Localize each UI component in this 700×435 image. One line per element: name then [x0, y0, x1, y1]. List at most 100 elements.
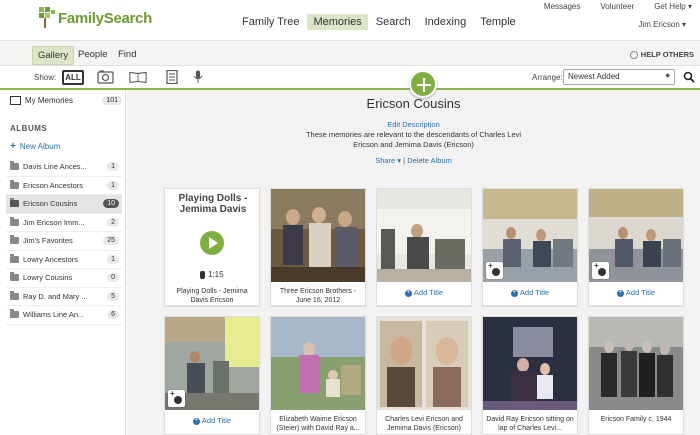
- photo-three-brothers: [271, 189, 365, 282]
- tag-person-icon[interactable]: [486, 261, 503, 279]
- album-description: These memories are relevant to the desce…: [305, 130, 522, 149]
- album-content: Ericson Cousins Edit Description These m…: [127, 90, 700, 435]
- tree-logo-icon: [39, 7, 55, 28]
- folder-icon: [10, 253, 19, 263]
- album-label: Jim's Favorites: [23, 236, 73, 246]
- share-menu[interactable]: Share ▾: [375, 156, 401, 165]
- my-memories-label: My Memories: [25, 96, 74, 105]
- album-label: Ericson Cousins: [23, 199, 78, 209]
- nav-indexing[interactable]: Indexing: [419, 14, 473, 30]
- nav-family-tree[interactable]: Family Tree: [236, 14, 305, 30]
- my-memories-item[interactable]: My Memories 101: [10, 96, 122, 105]
- folder-icon: [10, 216, 19, 226]
- microphone-icon: [200, 270, 205, 279]
- photo-filter-icon[interactable]: [97, 70, 115, 84]
- folder-icon: [10, 272, 19, 282]
- memory-card-photo[interactable]: Charles Levi Ericson and Jemima Davis (E…: [376, 316, 472, 435]
- album-item-active[interactable]: Ericson Cousins 10: [6, 195, 122, 214]
- album-item[interactable]: Williams Line An... 6: [6, 306, 122, 325]
- folder-icon: [10, 161, 19, 171]
- album-list: Davis Line Ances... 1 Ericson Ancestors 1 …: [6, 158, 122, 325]
- delete-album-link[interactable]: Delete Album: [407, 156, 452, 165]
- album-item[interactable]: Jim Ericson Imm... 2: [6, 214, 122, 232]
- memory-card-photo[interactable]: +Add Title: [164, 316, 260, 435]
- filter-all-button[interactable]: ALL: [62, 70, 84, 85]
- new-album-label: New Album: [19, 142, 61, 151]
- get-help-menu[interactable]: Get Help ▾: [654, 2, 692, 11]
- tab-people[interactable]: People: [73, 46, 113, 63]
- add-title-link[interactable]: + Add Title: [165, 416, 259, 425]
- filter-bar: Show: ALL Arrange: Newest Added ◆: [0, 66, 700, 90]
- add-title-link[interactable]: + Add Title: [377, 288, 471, 297]
- album-label: Ericson Ancestors: [23, 180, 84, 190]
- album-label: Lowry Ancestors: [23, 254, 79, 264]
- help-others-label: HELP OTHERS: [640, 50, 694, 59]
- edit-description-link[interactable]: Edit Description: [127, 120, 700, 129]
- add-memory-button[interactable]: [409, 70, 437, 98]
- card-caption: Charles Levi Ericson and Jemima Davis (E…: [385, 416, 463, 432]
- album-item[interactable]: Lowry Ancestors 1: [6, 251, 122, 269]
- album-item[interactable]: Ray D. and Mary ... 5: [6, 288, 122, 306]
- user-menu[interactable]: Jim Ericson ▾: [638, 20, 686, 29]
- memory-card-photo[interactable]: Ericson Family c. 1944: [588, 316, 684, 435]
- memory-card-photo[interactable]: Elizabeth Waime Ericson (Steier) with Da…: [270, 316, 366, 435]
- album-item[interactable]: Jim's Favorites 25: [6, 232, 122, 251]
- familysearch-logo[interactable]: FamilySearch: [38, 6, 152, 30]
- album-actions: Share ▾ | Delete Album: [127, 156, 700, 165]
- nav-memories[interactable]: Memories: [307, 14, 368, 30]
- photo-charles-and-jemima-portraits: [377, 317, 471, 410]
- plus-icon: +: [10, 141, 16, 152]
- document-filter-icon[interactable]: [163, 70, 181, 84]
- my-memories-count: 101: [102, 96, 122, 105]
- photo-elizabeth-with-child: [271, 317, 365, 410]
- memory-card-photo[interactable]: +Add Title: [588, 188, 684, 306]
- volunteer-link[interactable]: Volunteer: [600, 2, 634, 11]
- add-title-label: Add Title: [519, 288, 550, 297]
- add-title-link[interactable]: + Add Title: [483, 288, 577, 297]
- memory-card-audio[interactable]: Playing Dolls - Jemima Davis 1:15 Playin…: [164, 188, 260, 306]
- card-caption: Three Ericson Brothers - June 16, 2012: [279, 288, 357, 304]
- brand-name: FamilySearch: [58, 9, 152, 27]
- help-icon: [629, 50, 638, 59]
- search-icon[interactable]: [683, 71, 695, 83]
- card-caption: Elizabeth Waime Ericson (Steier) with Da…: [276, 416, 360, 432]
- add-title-link[interactable]: + Add Title: [589, 288, 683, 297]
- photo-family-gathering: [377, 189, 471, 282]
- tag-person-icon[interactable]: [592, 261, 609, 279]
- audio-filter-icon[interactable]: [189, 70, 207, 84]
- photo-david-on-lap: [483, 317, 577, 410]
- tag-person-icon[interactable]: [168, 389, 185, 407]
- add-circle-icon: +: [510, 289, 518, 297]
- memory-card-photo[interactable]: +Add Title: [482, 188, 578, 306]
- memory-card-photo[interactable]: David Ray Ericson sitting on lap of Char…: [482, 316, 578, 435]
- memory-card-photo[interactable]: +Add Title: [376, 188, 472, 306]
- album-count: 2: [107, 217, 119, 227]
- nav-temple[interactable]: Temple: [474, 14, 521, 30]
- album-count: 10: [103, 199, 119, 209]
- show-label: Show:: [34, 73, 57, 82]
- album-item[interactable]: Lowry Cousins 0: [6, 269, 122, 288]
- nav-search[interactable]: Search: [370, 14, 417, 30]
- add-title-label: Add Title: [413, 288, 444, 297]
- add-circle-icon: +: [192, 417, 200, 425]
- album-label: Davis Line Ances...: [23, 162, 87, 172]
- new-album-link[interactable]: + New Album: [10, 141, 60, 152]
- arrange-select[interactable]: Newest Added ◆: [563, 69, 675, 85]
- album-count: 25: [103, 236, 119, 246]
- folder-icon: [10, 290, 19, 300]
- add-circle-icon: +: [404, 289, 412, 297]
- album-count: 0: [107, 273, 119, 283]
- album-item[interactable]: Ericson Ancestors 1: [6, 177, 122, 195]
- story-filter-icon[interactable]: [129, 70, 147, 84]
- tab-gallery[interactable]: Gallery: [32, 46, 75, 65]
- memories-subnav: Gallery People Find HELP OTHERS: [0, 40, 700, 66]
- add-title-label: Add Title: [625, 288, 656, 297]
- album-item[interactable]: Davis Line Ances... 1: [6, 158, 122, 177]
- help-others-link[interactable]: HELP OTHERS: [629, 50, 694, 59]
- memory-card-photo[interactable]: Three Ericson Brothers - June 16, 2012: [270, 188, 366, 306]
- play-button-icon[interactable]: [200, 231, 224, 255]
- messages-link[interactable]: Messages: [544, 2, 580, 11]
- utility-navigation: Messages Volunteer Get Help ▾: [524, 2, 692, 11]
- separator: |: [403, 156, 406, 165]
- tab-find[interactable]: Find: [113, 46, 141, 63]
